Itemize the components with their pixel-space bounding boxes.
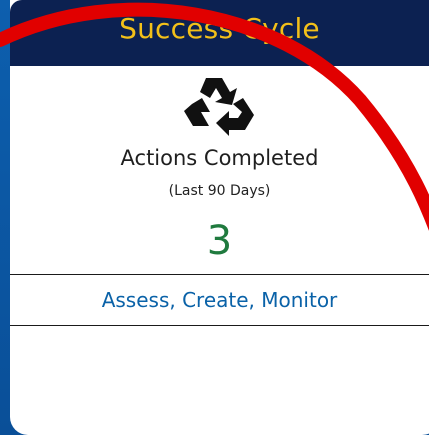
recycle-icon xyxy=(184,78,254,136)
assess-create-monitor-link[interactable]: Assess, Create, Monitor xyxy=(10,286,429,314)
divider-top xyxy=(10,274,429,275)
success-cycle-card: Success Cycle Actions Completed (Last 90… xyxy=(10,0,429,435)
dashboard-background: Success Cycle Actions Completed (Last 90… xyxy=(0,0,429,435)
card-title: Success Cycle xyxy=(119,12,320,45)
metric-value: 3 xyxy=(206,218,233,264)
metric-period: (Last 90 Days) xyxy=(168,183,271,199)
metric-label: Actions Completed xyxy=(120,146,319,170)
divider-bottom xyxy=(10,325,429,326)
card-header: Success Cycle xyxy=(10,0,429,66)
